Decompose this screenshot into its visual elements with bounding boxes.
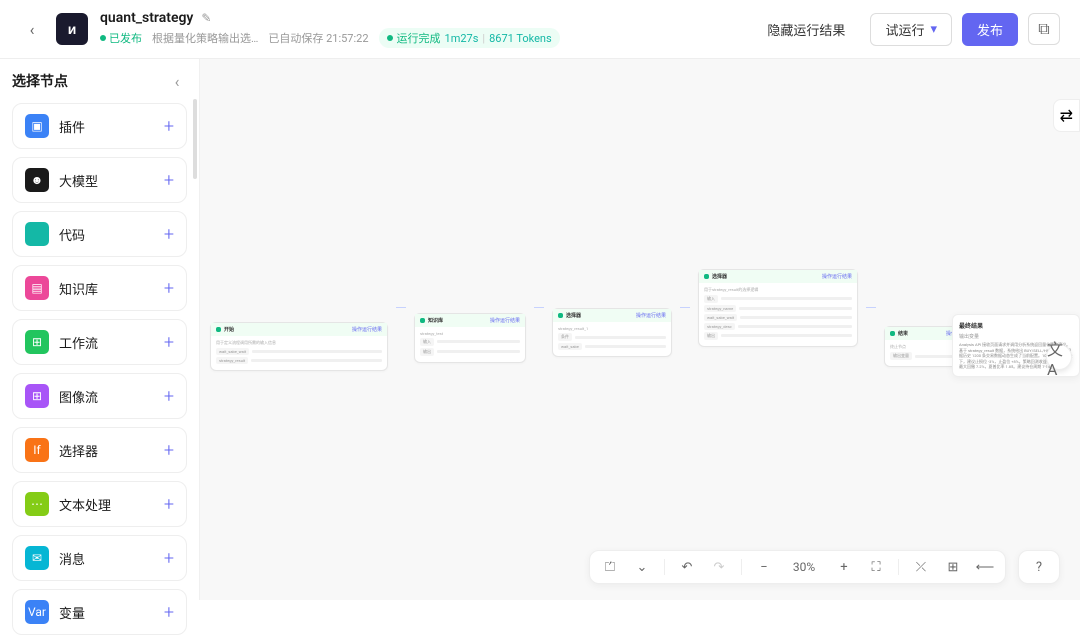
undo-icon[interactable]: ↶ <box>677 557 697 577</box>
node-item-0[interactable]: ▣ 插件 + <box>12 103 187 149</box>
node-label: 代码 <box>59 225 154 244</box>
add-node-icon[interactable]: + <box>164 440 174 461</box>
node-label: 消息 <box>59 549 154 568</box>
add-node-icon[interactable]: + <box>164 170 174 191</box>
node-type-icon: ⋯ <box>25 492 49 516</box>
node-item-7[interactable]: ⋯ 文本处理 + <box>12 481 187 527</box>
node-type-icon <box>25 222 49 246</box>
app-icon: ᴎ <box>56 13 88 45</box>
autosave-label: 已自动保存 21:57:22 <box>268 30 368 46</box>
node-label: 图像流 <box>59 387 154 406</box>
sidebar: 选择节点 ‹ ▣ 插件 + ☻ 大模型 + 代码 + ▤ 知识库 + ⊞ 工作流 + ⊞ 图像流 + If 选择器 +… <box>0 59 200 600</box>
canvas-side-toggle-icon[interactable]: ⇄ <box>1053 99 1080 132</box>
node-label: 选择器 <box>59 441 154 460</box>
add-node-icon[interactable]: + <box>164 494 174 515</box>
connector <box>534 307 544 308</box>
flow-node-2[interactable]: 选择器操作运行结果strategy_result_1条件wait_sabe <box>552 308 672 357</box>
zoom-in-icon[interactable]: + <box>834 557 854 577</box>
title-block: quant_strategy ✎ 已发布 根据量化策略输出选… 已自动保存 21… <box>100 10 740 48</box>
help-icon[interactable]: ? <box>1029 557 1049 577</box>
node-label: 大模型 <box>59 171 154 190</box>
workflow-title: quant_strategy <box>100 10 193 26</box>
node-list: ▣插件+☻大模型+代码+▤知识库+⊞工作流+⊞图像流+If选择器+⋯文本处理+✉… <box>12 103 187 635</box>
node-type-icon: ▤ <box>25 276 49 300</box>
add-node-icon[interactable]: + <box>164 332 174 353</box>
add-node-icon[interactable]: + <box>164 602 174 623</box>
workflow-description: 根据量化策略输出选… <box>152 30 258 46</box>
connector <box>680 307 690 308</box>
add-node-icon[interactable]: + <box>164 278 174 299</box>
node-item-2[interactable]: 代码 + <box>12 211 187 257</box>
flow-graph: 开始操作运行结果用于定义流程调用所需的输入信息wait_sabe_waitstr… <box>210 244 982 371</box>
add-node-icon[interactable]: + <box>164 548 174 569</box>
align-icon[interactable]: ⟵ <box>975 557 995 577</box>
hide-results-button[interactable]: 隐藏运行结果 <box>752 13 860 46</box>
node-item-9[interactable]: Var 变量 + <box>12 589 187 635</box>
header: ‹ ᴎ quant_strategy ✎ 已发布 根据量化策略输出选… 已自动保… <box>0 0 1080 59</box>
node-type-icon: ☻ <box>25 168 49 192</box>
scrollbar[interactable] <box>193 99 197 179</box>
add-node-icon[interactable]: + <box>164 386 174 407</box>
node-label: 插件 <box>59 117 154 136</box>
attach-dropdown-icon[interactable]: ⌄ <box>632 557 652 577</box>
canvas-toolbar: ⏍ ⌄ ↶ ↷ − 30% + ⛶ ⤫ ⊞ ⟵ ? <box>589 550 1060 584</box>
fit-icon[interactable]: ⛶ <box>866 557 886 577</box>
node-label: 变量 <box>59 603 154 622</box>
flow-node-0[interactable]: 开始操作运行结果用于定义流程调用所需的输入信息wait_sabe_waitstr… <box>210 322 388 371</box>
back-button[interactable]: ‹ <box>20 17 44 41</box>
node-item-4[interactable]: ⊞ 工作流 + <box>12 319 187 365</box>
node-item-8[interactable]: ✉ 消息 + <box>12 535 187 581</box>
node-item-5[interactable]: ⊞ 图像流 + <box>12 373 187 419</box>
node-item-3[interactable]: ▤ 知识库 + <box>12 265 187 311</box>
connector <box>866 307 876 308</box>
add-node-icon[interactable]: + <box>164 116 174 137</box>
sidebar-title: 选择节点 <box>12 71 68 91</box>
test-run-button[interactable]: 试运行▾ <box>870 13 952 46</box>
publish-button[interactable]: 发布 <box>962 13 1018 46</box>
output-title: 最终结果 <box>959 321 1073 330</box>
run-status-badge[interactable]: 运行完成 1m27s | 8671 Tokens <box>379 28 560 48</box>
translate-icon[interactable]: 文A <box>1046 344 1072 370</box>
connector <box>396 307 406 308</box>
node-type-icon: ▣ <box>25 114 49 138</box>
flow-node-1[interactable]: 知识库操作运行结果strategy_test输入输出 <box>414 313 526 363</box>
node-type-icon: Var <box>25 600 49 624</box>
node-item-1[interactable]: ☻ 大模型 + <box>12 157 187 203</box>
panel-toggle-icon[interactable]: ⧉ <box>1028 13 1060 45</box>
attach-icon[interactable]: ⏍ <box>600 557 620 577</box>
canvas[interactable]: ⇄ 开始操作运行结果用于定义流程调用所需的输入信息wait_sabe_waits… <box>200 59 1080 600</box>
collapse-icon[interactable]: ⤫ <box>911 557 931 577</box>
flow-node-3[interactable]: 选择器操作运行结果用于strategy_result的选择逻辑输入strateg… <box>698 269 858 347</box>
zoom-out-icon[interactable]: − <box>754 557 774 577</box>
node-type-icon: If <box>25 438 49 462</box>
node-label: 文本处理 <box>59 495 154 514</box>
edit-icon[interactable]: ✎ <box>201 11 211 25</box>
grid-icon[interactable]: ⊞ <box>943 557 963 577</box>
zoom-level: 30% <box>786 560 822 574</box>
published-badge: 已发布 <box>100 30 142 46</box>
node-type-icon: ⊞ <box>25 330 49 354</box>
node-type-icon: ⊞ <box>25 384 49 408</box>
header-actions: 隐藏运行结果 试运行▾ 发布 ⧉ <box>752 13 1060 46</box>
add-node-icon[interactable]: + <box>164 224 174 245</box>
sidebar-collapse-icon[interactable]: ‹ <box>167 71 187 91</box>
node-label: 工作流 <box>59 333 154 352</box>
redo-icon[interactable]: ↷ <box>709 557 729 577</box>
node-type-icon: ✉ <box>25 546 49 570</box>
node-label: 知识库 <box>59 279 154 298</box>
node-item-6[interactable]: If 选择器 + <box>12 427 187 473</box>
